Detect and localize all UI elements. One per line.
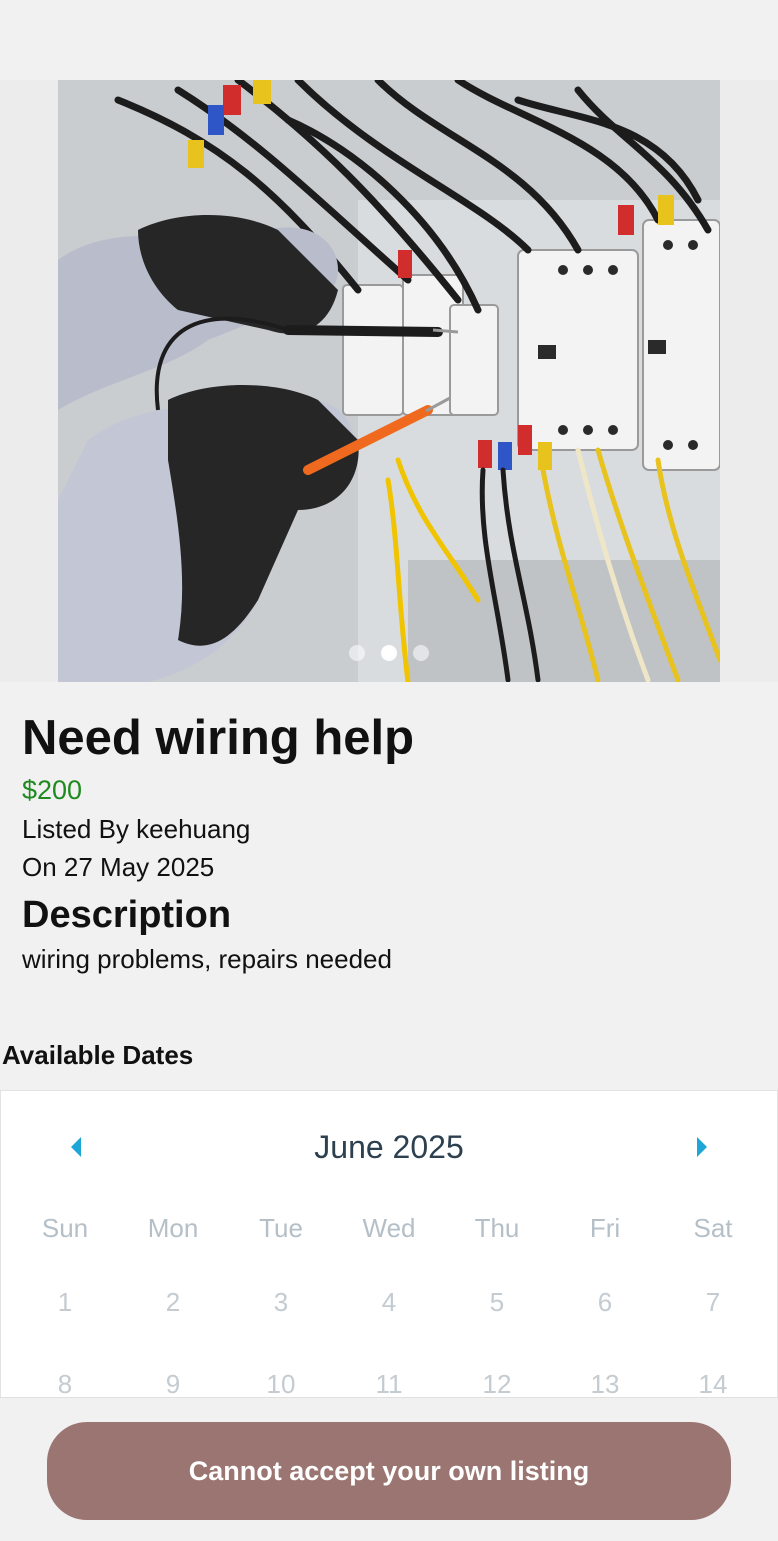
weekday-label: Tue bbox=[259, 1213, 303, 1243]
carousel-dot[interactable] bbox=[349, 645, 365, 661]
calendar-day[interactable]: 6 bbox=[551, 1287, 659, 1318]
calendar-day[interactable]: 5 bbox=[443, 1287, 551, 1318]
weekday-label: Fri bbox=[589, 1213, 621, 1243]
weekday-label: Sat bbox=[693, 1213, 733, 1243]
image-carousel[interactable] bbox=[0, 80, 778, 682]
carousel-dot-active[interactable] bbox=[381, 645, 397, 661]
calendar-week: 8 9 10 11 12 13 14 bbox=[11, 1369, 767, 1397]
weekday-label: Thu bbox=[474, 1213, 520, 1243]
calendar-day[interactable]: 11 bbox=[335, 1369, 443, 1397]
listing-owner: Listed By keehuang bbox=[22, 814, 251, 844]
carousel-indicators bbox=[0, 645, 778, 661]
calendar-day[interactable]: 2 bbox=[119, 1287, 227, 1318]
accept-listing-button[interactable]: Cannot accept your own listing bbox=[47, 1422, 731, 1520]
next-month-button[interactable] bbox=[681, 1127, 721, 1167]
calendar-month: June 2025 bbox=[314, 1129, 464, 1165]
calendar-day[interactable]: 7 bbox=[659, 1287, 767, 1318]
calendar-day[interactable]: 4 bbox=[335, 1287, 443, 1318]
weekday-label: Mon bbox=[147, 1213, 199, 1243]
calendar-day[interactable]: 13 bbox=[551, 1369, 659, 1397]
calendar-day[interactable]: 1 bbox=[11, 1287, 119, 1318]
availability-calendar: June 2025 Sun Mon Tue Wed Thu Fri Sat 1 … bbox=[0, 1090, 778, 1398]
calendar-day[interactable]: 10 bbox=[227, 1369, 335, 1397]
description-text: wiring problems, repairs needed bbox=[22, 944, 392, 974]
weekday-header: Sun Mon Tue Wed Thu Fri Sat bbox=[11, 1213, 767, 1244]
listing-info: Need wiring help $200 Listed By keehuang… bbox=[22, 708, 762, 978]
calendar-day[interactable]: 3 bbox=[227, 1287, 335, 1318]
listing-price: $200 bbox=[22, 775, 83, 805]
calendar-header: June 2025 bbox=[1, 1127, 777, 1167]
calendar-day[interactable]: 12 bbox=[443, 1369, 551, 1397]
description-heading: Description bbox=[22, 894, 232, 936]
listing-photo bbox=[58, 80, 720, 682]
listing-date: On 27 May 2025 bbox=[22, 852, 215, 882]
carousel-dot[interactable] bbox=[413, 645, 429, 661]
calendar-week: 1 2 3 4 5 6 7 bbox=[11, 1287, 767, 1318]
calendar-day[interactable]: 14 bbox=[659, 1369, 767, 1397]
calendar-day[interactable]: 9 bbox=[119, 1369, 227, 1397]
weekday-label: Sun bbox=[41, 1213, 89, 1243]
listing-title: Need wiring help bbox=[22, 711, 415, 765]
caret-right-icon bbox=[697, 1137, 707, 1157]
available-dates-heading: Available Dates bbox=[2, 1040, 194, 1070]
weekday-label: Wed bbox=[362, 1213, 416, 1243]
calendar-day[interactable]: 8 bbox=[11, 1369, 119, 1397]
